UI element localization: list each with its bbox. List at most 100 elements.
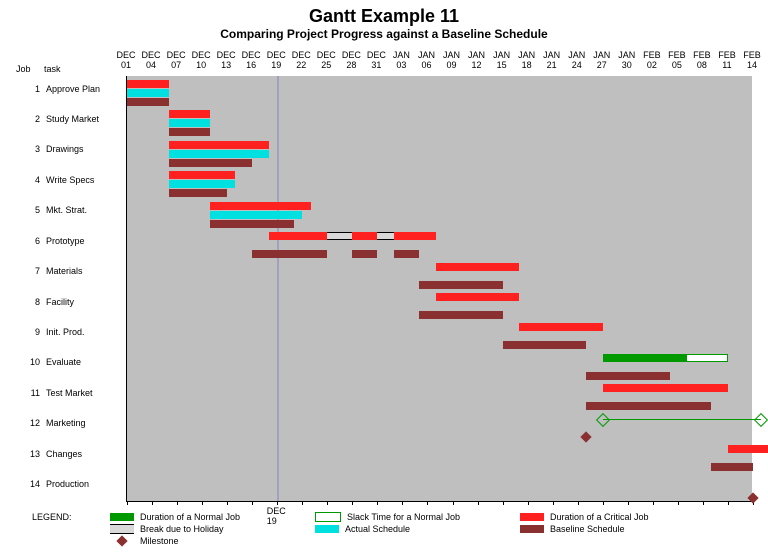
date-tick-label: FEB05: [668, 50, 686, 70]
header-job: Job: [16, 64, 31, 74]
date-tick-label: JAN18: [518, 50, 535, 70]
gantt-bar-critical: [352, 232, 377, 240]
row-labels: 1Approve Plan2Study Market3Drawings4Writ…: [16, 76, 126, 502]
legend-item: Actual Schedule: [315, 524, 520, 534]
row-label: 10Evaluate: [16, 357, 126, 367]
legend-swatch-holiday: [110, 524, 134, 534]
legend-label: Slack Time for a Normal Job: [347, 512, 460, 522]
legend-swatch-normal: [110, 513, 134, 521]
row-label: 2Study Market: [16, 114, 126, 124]
gantt-bar-baseline: [394, 250, 419, 258]
gantt-bar-actual: [169, 180, 236, 188]
gantt-bar-baseline: [586, 402, 711, 410]
date-tick-label: JAN03: [393, 50, 410, 70]
gantt-chart-container: Gantt Example 11 Comparing Project Progr…: [0, 0, 768, 552]
legend-item: Milestone: [110, 536, 315, 546]
date-tick-label: JAN09: [443, 50, 460, 70]
date-tick-label: DEC22: [292, 50, 311, 70]
gantt-bar-baseline: [210, 220, 293, 228]
legend-label: Milestone: [140, 536, 179, 546]
legend-label: Duration of a Critical Job: [550, 512, 649, 522]
row-label: 14Production: [16, 479, 126, 489]
gantt-bar-critical: [394, 232, 436, 240]
marketing-endpoint: [596, 413, 610, 427]
row-label: 3Drawings: [16, 144, 126, 154]
gantt-bar-baseline: [419, 311, 502, 319]
gantt-bar-slack: [686, 354, 728, 362]
legend-item: Duration of a Normal Job: [110, 512, 315, 522]
row-label: 6Prototype: [16, 236, 126, 246]
gantt-bar-holiday: [377, 232, 394, 240]
legend-swatch-actual: [315, 525, 339, 533]
gantt-bar-baseline: [711, 463, 753, 471]
gantt-bar-baseline: [419, 281, 502, 289]
date-tick-label: JAN12: [468, 50, 485, 70]
date-tick-label: JAN24: [568, 50, 585, 70]
row-label: 7Materials: [16, 266, 126, 276]
date-tick-label: JAN15: [493, 50, 510, 70]
gantt-bar-baseline: [352, 250, 377, 258]
gantt-bar-critical: [210, 202, 310, 210]
gantt-bar-critical: [436, 293, 519, 301]
legend-swatch-critical: [520, 513, 544, 521]
row-label: 5Mkt. Strat.: [16, 205, 126, 215]
date-tick-label: FEB08: [693, 50, 711, 70]
legend-item: Break due to Holiday: [110, 524, 315, 534]
gantt-bar-critical: [603, 384, 728, 392]
date-tick-label: DEC01: [116, 50, 135, 70]
gantt-bar-baseline: [169, 128, 211, 136]
date-tick-label: DEC04: [142, 50, 161, 70]
legend-swatch-slack: [315, 512, 341, 522]
date-tick-label: DEC10: [192, 50, 211, 70]
gantt-bar-critical: [127, 80, 169, 88]
gantt-bar-critical: [269, 232, 327, 240]
legend-item: Slack Time for a Normal Job: [315, 512, 520, 522]
gantt-bar-critical: [169, 141, 269, 149]
legend: LEGEND: Duration of a Normal Job Slack Ti…: [32, 512, 752, 548]
date-tick-label: DEC19: [267, 50, 286, 70]
row-label: 13Changes: [16, 449, 126, 459]
legend-label: Baseline Schedule: [550, 524, 625, 534]
legend-swatch-milestone: [116, 535, 127, 546]
gantt-bar-critical: [169, 171, 236, 179]
legend-label: Actual Schedule: [345, 524, 410, 534]
date-tick-label: FEB02: [643, 50, 661, 70]
date-tick-label: DEC31: [367, 50, 386, 70]
legend-label: Break due to Holiday: [140, 524, 224, 534]
row-label: 12Marketing: [16, 418, 126, 428]
gantt-bar-actual: [169, 150, 269, 158]
gantt-bar-critical: [436, 263, 519, 271]
column-headers: Job task DEC01DEC04DEC07DEC10DEC13DEC16D…: [16, 50, 752, 76]
gantt-bar-baseline: [586, 372, 669, 380]
chart-subtitle: Comparing Project Progress against a Bas…: [0, 27, 768, 47]
row-label: 8Facility: [16, 297, 126, 307]
gantt-bar-baseline: [169, 159, 252, 167]
legend-header: LEGEND:: [32, 512, 110, 548]
gantt-bar-critical: [519, 323, 602, 331]
gantt-bar-actual: [127, 89, 169, 97]
date-tick-label: FEB14: [743, 50, 761, 70]
date-tick-label: DEC28: [342, 50, 361, 70]
gantt-bar-baseline: [252, 250, 327, 258]
gantt-bar-actual: [210, 211, 302, 219]
gantt-bar-baseline: [503, 341, 586, 349]
date-tick-label: DEC25: [317, 50, 336, 70]
legend-label: Duration of a Normal Job: [140, 512, 240, 522]
date-tick-label: JAN06: [418, 50, 435, 70]
row-label: 9Init. Prod.: [16, 327, 126, 337]
chart-area: Job task DEC01DEC04DEC07DEC10DEC13DEC16D…: [16, 50, 752, 502]
gantt-bar-critical: [169, 110, 211, 118]
milestone-marker: [580, 431, 591, 442]
legend-swatch-baseline: [520, 525, 544, 533]
date-tick-label: FEB11: [718, 50, 736, 70]
plot-area: [126, 76, 752, 502]
gantt-bar-normal: [603, 354, 686, 362]
date-tick-label: DEC07: [167, 50, 186, 70]
gantt-bar-critical: [728, 445, 768, 453]
gantt-bar-holiday: [327, 232, 352, 240]
legend-item: Duration of a Critical Job: [520, 512, 725, 522]
date-tick-label: JAN21: [543, 50, 560, 70]
row-label: 1Approve Plan: [16, 84, 126, 94]
date-tick-label: JAN30: [618, 50, 635, 70]
gantt-bar-actual: [169, 119, 211, 127]
